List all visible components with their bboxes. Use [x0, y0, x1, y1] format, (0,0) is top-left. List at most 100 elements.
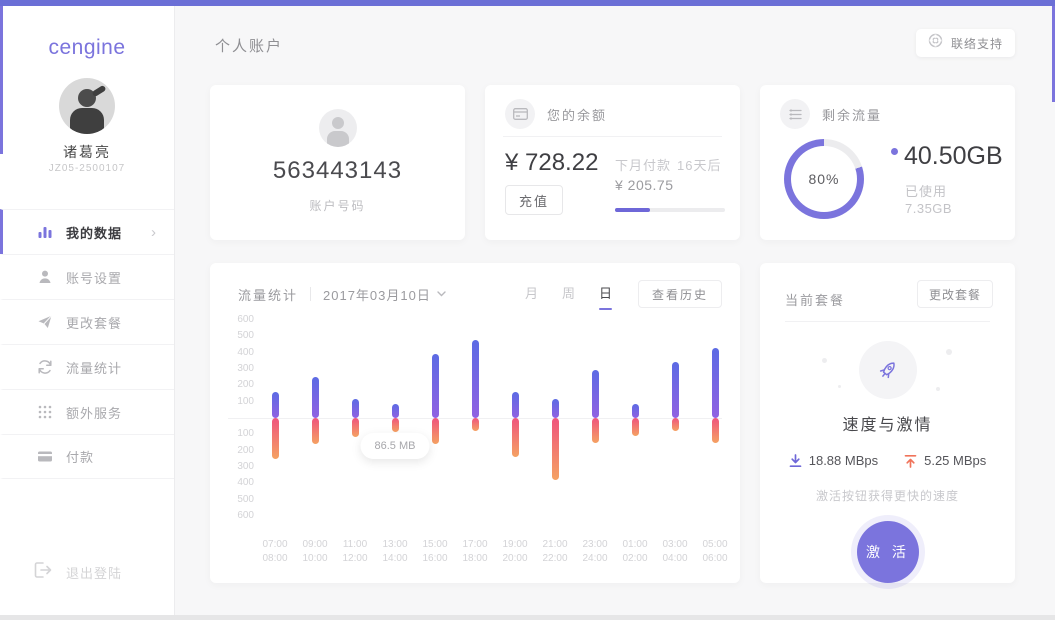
view-history-button[interactable]: 查看历史	[638, 280, 722, 308]
balance-card: 您的余额 ¥ 728.22 充值 下月付款16天后 ¥ 205.75	[485, 85, 740, 240]
bar-up[interactable]	[272, 392, 279, 418]
divider	[310, 287, 311, 301]
bar-up[interactable]	[312, 377, 319, 418]
bar-up[interactable]	[392, 404, 399, 418]
bar-down[interactable]	[712, 418, 719, 443]
y-axis-tick: 200	[228, 379, 254, 390]
plan-card-title: 当前套餐	[785, 290, 845, 309]
main-area: 个人账户 联络支持 563443143 账户号码 您的余额 ¥ 728	[175, 6, 1055, 615]
date-dropdown[interactable]: 2017年03月10日	[323, 285, 446, 304]
top-accent-bar	[0, 0, 1055, 6]
decor-dot	[936, 387, 940, 391]
sidebar-item-4[interactable]: 流量统计	[0, 344, 174, 389]
bar-down[interactable]	[432, 418, 439, 444]
bottom-edge-strip	[0, 615, 1055, 620]
logout-button[interactable]: 退出登陆	[34, 562, 122, 583]
sidebar-menu: 我的数据›账号设置更改套餐流量统计额外服务付款	[0, 209, 174, 479]
wallet-icon	[505, 99, 535, 129]
tab-period-1[interactable]: 月	[525, 283, 538, 306]
bar-up[interactable]	[672, 362, 679, 418]
balance-amount: ¥ 728.22	[505, 149, 598, 177]
sidebar-item-label: 我的数据	[66, 223, 122, 242]
sidebar-item-1[interactable]: 我的数据›	[0, 209, 174, 254]
y-axis-tick: 300	[228, 363, 254, 374]
bullet-dot	[891, 148, 898, 155]
bar-down[interactable]	[352, 418, 359, 437]
sidebar-item-3[interactable]: 更改套餐	[0, 299, 174, 344]
bar-down[interactable]	[272, 418, 279, 459]
bar-down[interactable]	[552, 418, 559, 480]
next-payment-note: 16天后	[677, 158, 721, 173]
tab-period-2[interactable]: 周	[562, 283, 575, 306]
account-number-label: 账户号码	[210, 197, 465, 214]
sidebar-item-6[interactable]: 付款	[0, 434, 174, 479]
left-accent-bar	[0, 6, 3, 154]
activate-button[interactable]: 激 活	[857, 521, 919, 583]
user-icon	[36, 268, 54, 286]
x-axis-label: 09:0010:00	[293, 538, 337, 566]
bar-down[interactable]	[472, 418, 479, 431]
bar-down[interactable]	[592, 418, 599, 443]
divider	[785, 321, 990, 322]
tab-period-3[interactable]: 日	[599, 283, 612, 306]
x-axis-label: 05:0006:00	[693, 538, 737, 566]
y-axis-tick: 400	[228, 347, 254, 358]
life-ring-icon	[928, 33, 943, 53]
traffic-chart-card: 流量统计 2017年03月10日 月 周 日 查看历史 600 600 500 500 40…	[210, 263, 740, 583]
bar-down[interactable]	[312, 418, 319, 444]
y-axis-tick: 100	[228, 396, 254, 407]
bar-up[interactable]	[552, 399, 559, 418]
download-speed: 18.88 MBps	[789, 453, 878, 468]
y-axis-tick: 500	[228, 330, 254, 341]
bar-up[interactable]	[512, 392, 519, 418]
plan-speeds: 18.88 MBps 5.25 MBps	[760, 453, 1015, 468]
sidebar-item-5[interactable]: 额外服务	[0, 389, 174, 434]
sidebar-item-2[interactable]: 账号设置	[0, 254, 174, 299]
x-axis-label: 13:0014:00	[373, 538, 417, 566]
sidebar-item-label: 流量统计	[66, 358, 122, 377]
data-used-label: 已使用	[905, 181, 947, 200]
logout-label: 退出登陆	[66, 563, 122, 582]
y-axis-tick: 600	[228, 510, 254, 521]
dashboard-app: cengine 诸葛亮 JZ05-2500107 我的数据›账号设置更改套餐流量…	[0, 0, 1055, 620]
divider	[503, 136, 722, 137]
bar-down[interactable]	[512, 418, 519, 457]
x-axis-label: 01:0002:00	[613, 538, 657, 566]
y-axis-tick: 400	[228, 477, 254, 488]
plan-name: 速度与激情	[760, 411, 1015, 435]
paper-plane-icon	[36, 313, 54, 331]
next-payment-label: 下月付款	[615, 158, 671, 173]
change-plan-button[interactable]: 更改套餐	[917, 280, 993, 308]
x-axis-label: 21:0022:00	[533, 538, 577, 566]
bar-up[interactable]	[592, 370, 599, 418]
bar-down[interactable]	[632, 418, 639, 436]
x-axis-label: 07:0008:00	[253, 538, 297, 566]
x-axis-label: 15:0016:00	[413, 538, 457, 566]
y-axis-tick: 600	[228, 314, 254, 325]
account-card: 563443143 账户号码	[210, 85, 465, 240]
data-card-title: 剩余流量	[822, 105, 882, 124]
grid-dots-icon	[36, 403, 54, 421]
account-user-icon	[319, 109, 357, 147]
upload-icon	[904, 454, 917, 468]
balance-card-title: 您的余额	[547, 105, 607, 124]
bar-up[interactable]	[352, 399, 359, 418]
support-button[interactable]: 联络支持	[916, 29, 1015, 57]
bar-up[interactable]	[472, 340, 479, 418]
y-axis-tick: 300	[228, 461, 254, 472]
y-axis-tick: 500	[228, 494, 254, 505]
avatar[interactable]	[59, 78, 115, 134]
bar-up[interactable]	[632, 404, 639, 418]
bar-down[interactable]	[672, 418, 679, 431]
refresh-icon	[36, 358, 54, 376]
recharge-button[interactable]: 充值	[505, 185, 563, 215]
bar-down[interactable]	[392, 418, 399, 432]
data-usage-donut: 80%	[784, 139, 864, 219]
sidebar: cengine 诸葛亮 JZ05-2500107 我的数据›账号设置更改套餐流量…	[0, 6, 175, 615]
bar-up[interactable]	[712, 348, 719, 418]
upload-speed: 5.25 MBps	[904, 453, 986, 468]
traffic-chart-header: 流量统计 2017年03月10日 月 周 日 查看历史	[238, 279, 722, 309]
bar-up[interactable]	[432, 354, 439, 418]
traffic-title: 流量统计	[238, 285, 298, 304]
data-remaining-card: 剩余流量 80% 40.50GB 已使用 7.35GB	[760, 85, 1015, 240]
